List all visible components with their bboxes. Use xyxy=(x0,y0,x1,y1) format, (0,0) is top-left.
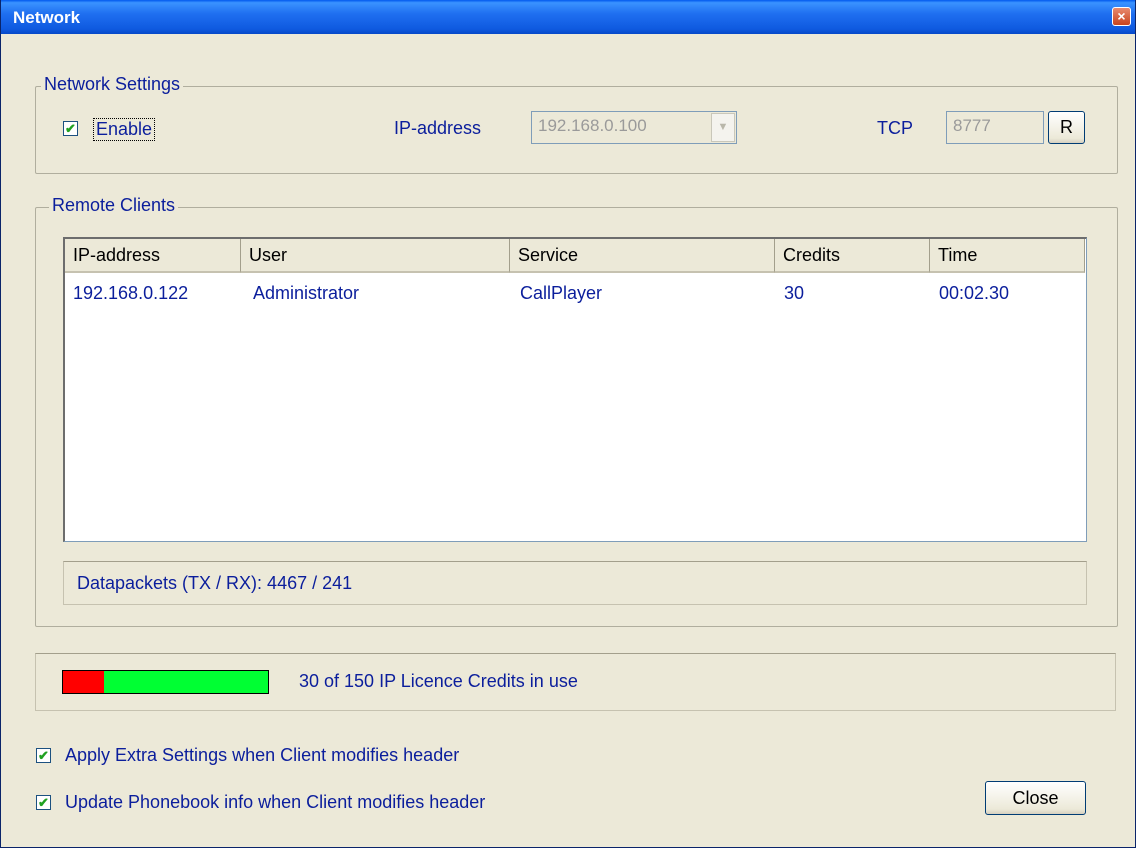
apply-extra-settings-checkbox[interactable]: ✔ xyxy=(36,748,51,763)
credits-text: 30 of 150 IP Licence Credits in use xyxy=(299,671,578,691)
cell-time: 00:02.30 xyxy=(939,283,1010,303)
window-title: Network xyxy=(13,8,81,27)
network-dialog: Network × Network Settings ✔ Enable IP-a… xyxy=(0,0,1136,848)
tcp-port-field[interactable]: 8777 xyxy=(946,111,1044,144)
column-header-credits[interactable]: Credits xyxy=(775,239,930,273)
enable-label[interactable]: Enable xyxy=(93,118,156,141)
credits-free-fill xyxy=(104,671,268,693)
tcp-port-value: 8777 xyxy=(953,116,991,135)
ip-address-label: IP-address xyxy=(394,118,482,138)
tcp-label: TCP xyxy=(877,118,913,138)
clients-list[interactable]: IP-address User Service Credits Time 192… xyxy=(63,237,1087,542)
update-phonebook-checkbox[interactable]: ✔ xyxy=(36,795,51,810)
column-header-ip-address[interactable]: IP-address xyxy=(65,239,241,273)
credits-used-fill xyxy=(63,671,104,693)
table-row[interactable]: 192.168.0.122 Administrator CallPlayer 3… xyxy=(65,279,1085,307)
cell-ip-address: 192.168.0.122 xyxy=(73,283,189,303)
reset-port-button[interactable]: R xyxy=(1048,111,1085,144)
apply-extra-settings-label[interactable]: Apply Extra Settings when Client modifie… xyxy=(65,745,459,766)
column-header-user[interactable]: User xyxy=(241,239,510,273)
column-header-time[interactable]: Time xyxy=(930,239,1085,273)
datapackets-text: Datapackets (TX / RX): 4467 / 241 xyxy=(77,573,353,593)
datapackets-status: Datapackets (TX / RX): 4467 / 241 xyxy=(63,561,1087,605)
ip-address-select[interactable]: 192.168.0.100 xyxy=(531,111,737,144)
cell-service: CallPlayer xyxy=(520,283,603,303)
close-button[interactable]: Close xyxy=(985,781,1086,815)
chevron-down-icon[interactable]: ▼ xyxy=(711,113,735,142)
title-bar[interactable]: Network × xyxy=(1,0,1135,34)
cell-user: Administrator xyxy=(253,283,360,303)
ip-address-value: 192.168.0.100 xyxy=(538,116,647,135)
update-phonebook-label[interactable]: Update Phonebook info when Client modifi… xyxy=(65,792,485,813)
enable-checkbox[interactable]: ✔ xyxy=(63,121,78,136)
close-icon[interactable]: × xyxy=(1112,7,1131,26)
remote-clients-legend: Remote Clients xyxy=(49,195,179,216)
cell-credits: 30 xyxy=(784,283,805,303)
credits-usage-bar xyxy=(62,670,269,694)
column-header-service[interactable]: Service xyxy=(510,239,775,273)
network-settings-legend: Network Settings xyxy=(41,74,184,95)
